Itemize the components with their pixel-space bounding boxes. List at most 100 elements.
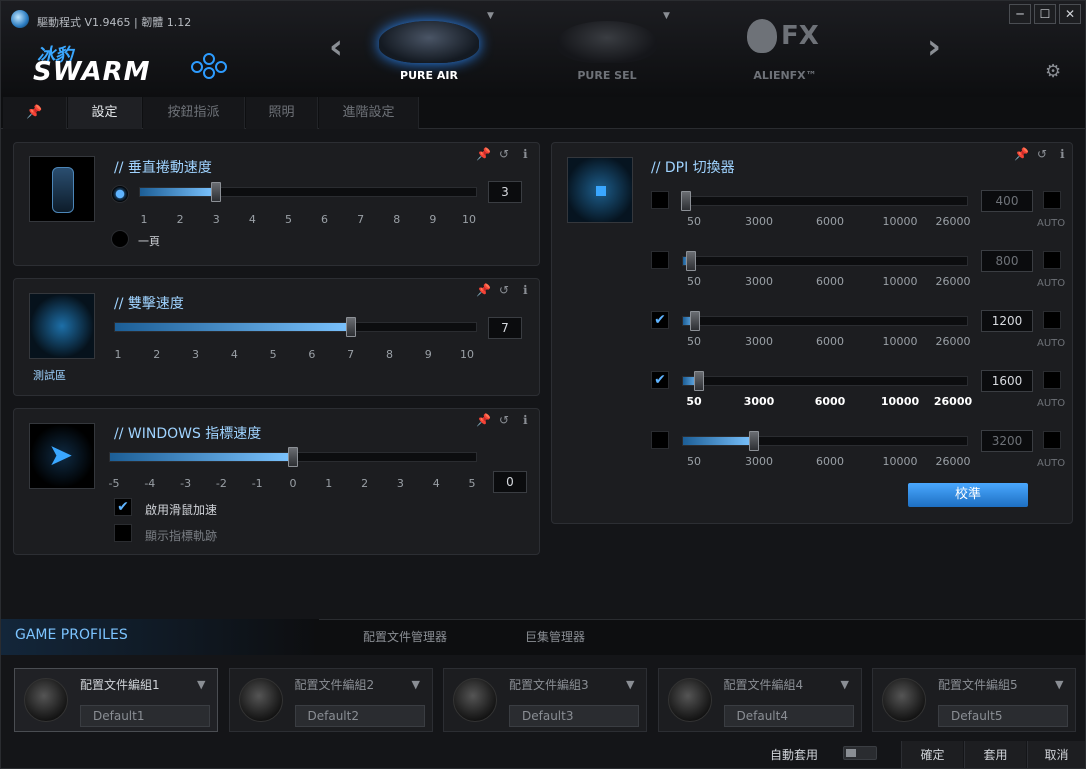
dpi-slider-knob[interactable]	[689, 311, 700, 331]
dpi-auto-label: AUTO	[1037, 398, 1066, 409]
profile-dropdown-icon[interactable]: ▼	[841, 678, 849, 691]
logo-bubbles-icon	[191, 53, 227, 83]
scroll-lines-radio[interactable]	[111, 185, 129, 203]
prev-product-icon[interactable]: ‹	[329, 27, 343, 67]
profile-dropdown-icon[interactable]: ▼	[412, 678, 420, 691]
dpi-enable-checkbox[interactable]: ✔	[651, 311, 669, 329]
pointer-speed-title: // WINDOWS 指標速度	[114, 426, 262, 442]
dpi-auto-checkbox[interactable]	[1043, 251, 1061, 269]
dpi-auto-checkbox[interactable]	[1043, 431, 1061, 449]
dpi-slider-knob[interactable]	[748, 431, 759, 451]
profile-field[interactable]: Default1	[80, 705, 210, 727]
scroll-speed-knob[interactable]	[211, 182, 222, 202]
profile-dropdown-icon[interactable]: ▼	[1055, 678, 1063, 691]
dpi-slider-knob[interactable]	[694, 371, 705, 391]
calibrate-button[interactable]: 校準	[908, 483, 1028, 507]
dpi-auto-checkbox[interactable]	[1043, 371, 1061, 389]
dpi-enable-checkbox[interactable]	[651, 431, 669, 449]
double-click-knob[interactable]	[345, 317, 356, 337]
pin-icon-3[interactable]: 📌	[476, 413, 491, 427]
dpi-slider[interactable]	[682, 376, 968, 386]
dpi-value[interactable]: 3200	[981, 430, 1033, 452]
tick-label: 9	[429, 213, 437, 226]
mouse-accel-checkbox[interactable]: ✔	[114, 498, 132, 516]
pointer-trail-checkbox[interactable]	[114, 524, 132, 542]
tab-lighting[interactable]: 照明	[246, 97, 318, 129]
apply-button[interactable]: 套用	[964, 741, 1026, 768]
reset-icon-2[interactable]: ↺	[499, 283, 509, 297]
dpi-enable-checkbox[interactable]	[651, 191, 669, 209]
pin-icon-4[interactable]: 📌	[1014, 147, 1029, 161]
tick-label: 3	[192, 348, 200, 361]
cancel-button[interactable]: 取消	[1027, 741, 1085, 768]
maximize-button[interactable]: ☐	[1034, 4, 1056, 24]
profile-field[interactable]: Default3	[509, 705, 639, 727]
double-click-slider[interactable]	[114, 322, 477, 332]
profile-dropdown-icon[interactable]: ▼	[626, 678, 634, 691]
dpi-enable-checkbox[interactable]	[651, 251, 669, 269]
scroll-speed-slider[interactable]	[139, 187, 477, 197]
tab-profile-manager[interactable]: 配置文件管理器	[363, 628, 447, 645]
minimize-button[interactable]: ─	[1009, 4, 1031, 24]
profile-dropdown-icon[interactable]: ▼	[197, 678, 205, 691]
profile-name: 配置文件編組4	[723, 678, 804, 692]
product-dropdown-icon-2[interactable]: ▼	[663, 11, 670, 21]
tick-label: -2	[215, 477, 227, 490]
pointer-speed-value[interactable]: 0	[493, 471, 527, 493]
pointer-speed-knob[interactable]	[288, 447, 298, 467]
dpi-slider[interactable]	[682, 196, 968, 206]
dpi-enable-checkbox[interactable]: ✔	[651, 371, 669, 389]
dpi-value[interactable]: 1200	[981, 310, 1033, 332]
profile-avatar-icon	[24, 678, 68, 722]
dpi-value[interactable]: 1600	[981, 370, 1033, 392]
product-pure-air[interactable]	[379, 21, 479, 63]
product-dropdown-icon[interactable]: ▼	[487, 11, 494, 21]
dpi-tick-label: 3000	[743, 395, 775, 408]
reset-icon-3[interactable]: ↺	[499, 413, 509, 427]
profile-field[interactable]: Default5	[938, 705, 1068, 727]
tab-macro-manager[interactable]: 巨集管理器	[525, 628, 585, 645]
pin-tab-icon[interactable]: 📌	[3, 97, 67, 129]
reset-icon[interactable]: ↺	[499, 147, 509, 161]
scroll-speed-fill	[140, 188, 215, 196]
info-icon-3[interactable]: ℹ	[523, 413, 528, 427]
dpi-tick-label: 10000	[882, 215, 918, 228]
auto-apply-toggle[interactable]	[843, 746, 877, 760]
cursor-arrows-icon: ➤	[48, 438, 74, 473]
dpi-value[interactable]: 800	[981, 250, 1033, 272]
dpi-slider-knob[interactable]	[685, 251, 696, 271]
info-icon-4[interactable]: ℹ	[1060, 147, 1065, 161]
dpi-slider[interactable]	[682, 256, 968, 266]
tab-advanced[interactable]: 進階設定	[319, 97, 419, 129]
product-pure-sel[interactable]	[557, 21, 657, 63]
double-click-test-area[interactable]	[29, 293, 95, 359]
gear-icon[interactable]: ⚙	[1045, 61, 1061, 82]
tab-settings[interactable]: 設定	[68, 97, 142, 129]
info-icon-2[interactable]: ℹ	[523, 283, 528, 297]
scroll-page-radio[interactable]	[111, 230, 129, 248]
dpi-auto-checkbox[interactable]	[1043, 191, 1061, 209]
tick-label: 1	[325, 477, 333, 490]
tick-label: 4	[230, 348, 238, 361]
pointer-thumb: ➤	[29, 423, 95, 489]
profile-field[interactable]: Default4	[723, 705, 854, 727]
next-product-icon[interactable]: ›	[927, 27, 941, 67]
close-button[interactable]: ✕	[1059, 4, 1081, 24]
tick-label: 3	[396, 477, 404, 490]
dpi-slider[interactable]	[682, 316, 968, 326]
tab-button-assign[interactable]: 按鈕指派	[143, 97, 245, 129]
tick-label: -1	[251, 477, 263, 490]
info-icon[interactable]: ℹ	[523, 147, 528, 161]
double-click-value[interactable]: 7	[488, 317, 522, 339]
reset-icon-4[interactable]: ↺	[1037, 147, 1047, 161]
scroll-speed-value[interactable]: 3	[488, 181, 522, 203]
dpi-tick-label: 50	[686, 395, 702, 408]
ok-button[interactable]: 確定	[901, 741, 963, 768]
pin-icon[interactable]: 📌	[476, 147, 491, 161]
pin-icon-2[interactable]: 📌	[476, 283, 491, 297]
dpi-slider[interactable]	[682, 436, 968, 446]
dpi-slider-knob[interactable]	[681, 191, 692, 211]
dpi-auto-checkbox[interactable]	[1043, 311, 1061, 329]
profile-field[interactable]: Default2	[294, 705, 425, 727]
dpi-value[interactable]: 400	[981, 190, 1033, 212]
